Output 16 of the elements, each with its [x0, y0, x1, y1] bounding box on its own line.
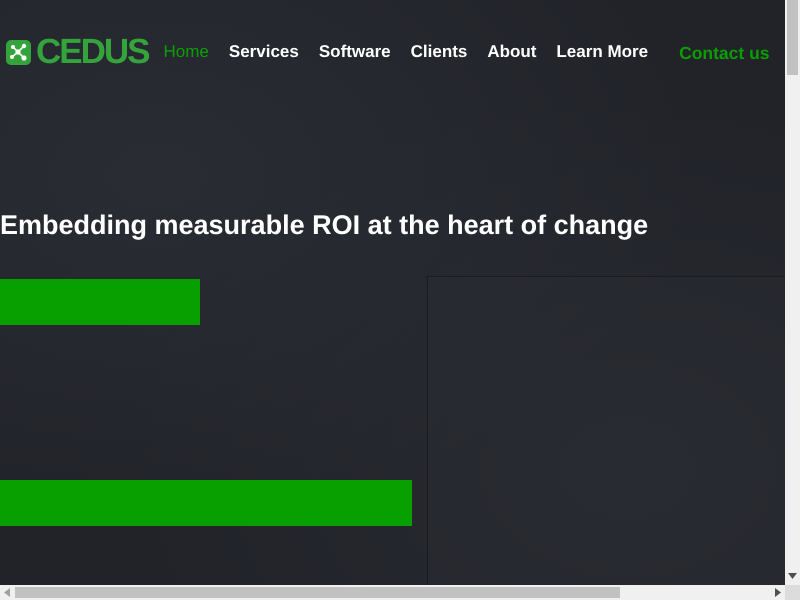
nav-link[interactable]: Software [318, 41, 391, 63]
scroll-down-icon[interactable] [788, 573, 797, 579]
network-icon[interactable] [6, 40, 31, 64]
nav-link[interactable]: Learn More [556, 41, 648, 63]
scrollbar-thumb[interactable] [787, 0, 798, 75]
hero-heading: Embedding measurable ROI at the heart of change [0, 209, 648, 241]
nav-link[interactable]: Clients [410, 41, 468, 63]
nav-link[interactable]: Services [228, 41, 299, 63]
scrollbar-thumb[interactable] [15, 587, 620, 598]
logo-text[interactable]: CEDUS [36, 35, 149, 69]
nav-link[interactable]: About [487, 41, 536, 63]
nav-link[interactable]: Home [164, 41, 209, 63]
contact-link[interactable]: Contact us [679, 42, 770, 64]
scrollbar-corner [785, 585, 800, 600]
scroll-left-icon[interactable] [4, 588, 10, 597]
scroll-right-icon[interactable] [775, 588, 781, 597]
